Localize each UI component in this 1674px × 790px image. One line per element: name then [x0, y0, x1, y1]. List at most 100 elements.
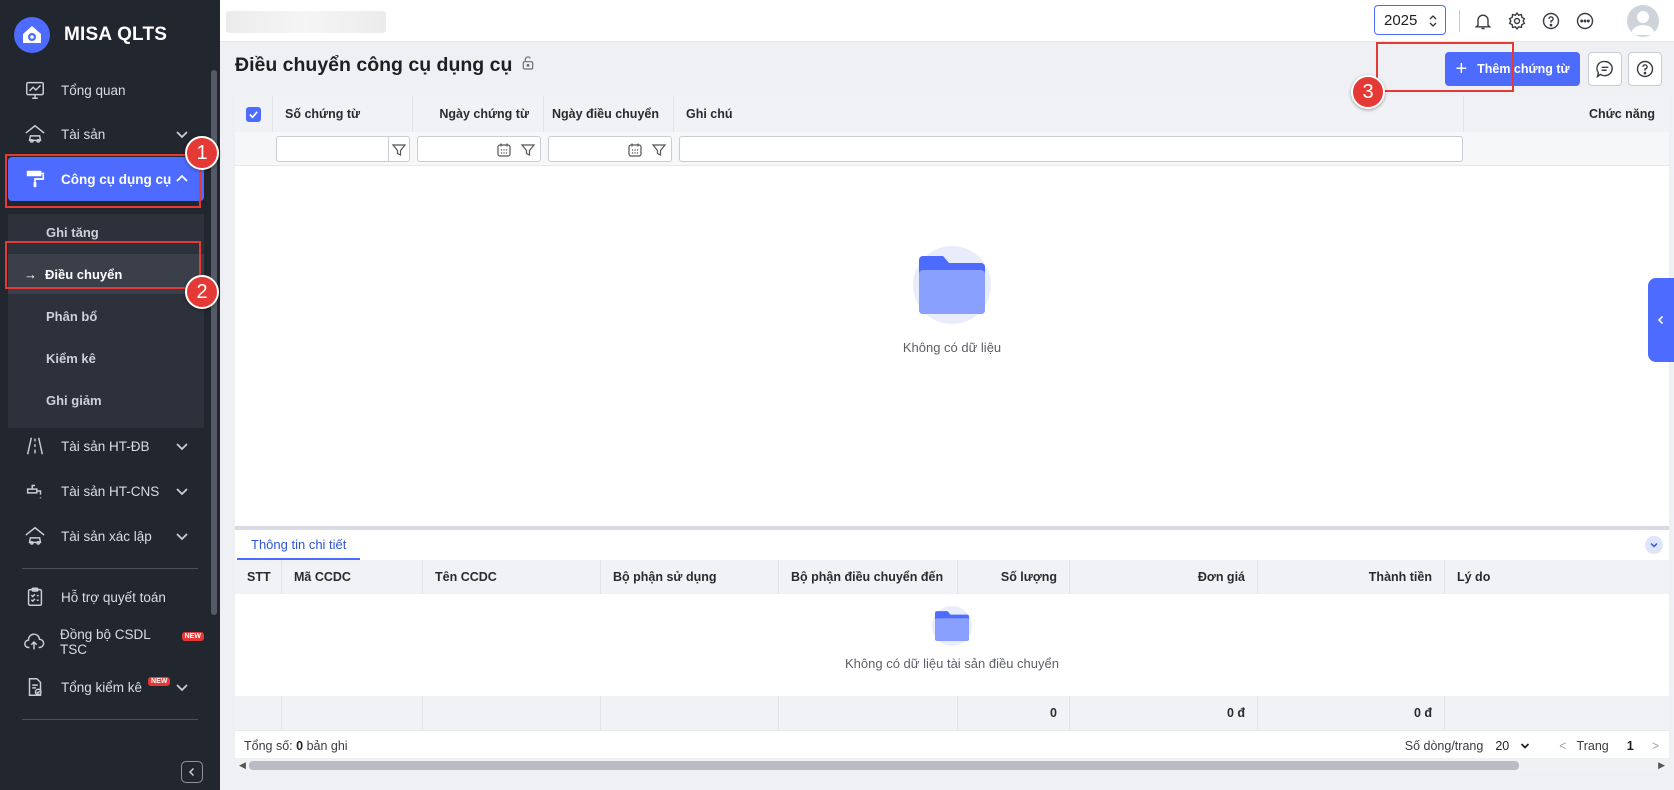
calendar-icon[interactable]	[496, 142, 512, 158]
submenu-item-inventory[interactable]: Kiểm kê	[8, 338, 204, 378]
highlight-box-transfer	[5, 241, 201, 289]
more-options-icon[interactable]	[1573, 9, 1597, 33]
comment-button[interactable]	[1588, 52, 1622, 86]
new-badge: NEW	[148, 676, 171, 686]
filter-transfer-date-input[interactable]	[548, 136, 672, 162]
column-header-reason[interactable]: Lý do	[1445, 560, 1669, 594]
sidebar-collapse-button[interactable]	[181, 761, 203, 783]
sidebar-item-label: Tài sản HT-ĐB	[61, 438, 150, 454]
user-avatar[interactable]	[1627, 5, 1659, 37]
collapse-detail-button[interactable]	[1645, 536, 1663, 554]
sidebar-item-assets[interactable]: Tài sản	[8, 112, 204, 156]
next-page-button[interactable]: >	[1652, 739, 1659, 753]
submenu-item-label: Ghi giảm	[46, 392, 102, 408]
sidebar-item-water-assets[interactable]: Tài sản HT-CNS	[8, 469, 204, 513]
annotation-marker-3: 3	[1351, 75, 1385, 109]
sidebar-item-label: Tài sản HT-CNS	[61, 483, 160, 499]
water-tap-icon	[23, 479, 47, 503]
chevron-down-icon	[1521, 743, 1530, 749]
unlock-icon[interactable]	[520, 54, 536, 77]
sidebar-item-settlement-support[interactable]: Hỗ trợ quyết toán	[8, 575, 204, 619]
column-header-tool-code[interactable]: Mã CCDC	[282, 560, 423, 594]
filter-document-date-input[interactable]	[417, 136, 541, 162]
sidebar-divider	[22, 719, 198, 720]
chevron-down-icon	[176, 684, 188, 692]
column-header-quantity[interactable]: Số lượng	[958, 560, 1070, 594]
side-panel-toggle[interactable]	[1648, 278, 1674, 362]
sidebar-item-general-inventory[interactable]: Tổng kiểm kê NEW	[8, 665, 204, 709]
app-logo[interactable]: MISA QLTS	[0, 14, 220, 56]
help-button[interactable]	[1628, 52, 1662, 86]
column-header-stt[interactable]: STT	[235, 560, 282, 594]
new-badge: NEW	[181, 631, 204, 641]
column-header-destination-department[interactable]: Bộ phận điều chuyển đến	[779, 560, 958, 594]
sidebar-item-sync-database[interactable]: Đồng bộ CSDL TSC NEW	[8, 620, 204, 664]
clipboard-check-icon	[23, 585, 47, 609]
chevron-down-icon	[176, 443, 188, 451]
chevron-down-icon	[1650, 542, 1658, 548]
help-circle-icon	[1636, 60, 1654, 78]
column-header-transfer-date[interactable]: Ngày điều chuyển	[544, 96, 674, 132]
tab-detail-info[interactable]: Thông tin chi tiết	[237, 530, 361, 560]
column-header-unit-price[interactable]: Đơn giá	[1070, 560, 1258, 594]
sidebar-item-label: Tổng quan	[61, 82, 126, 98]
summary-amount: 0 đ	[1258, 696, 1445, 730]
gear-icon[interactable]	[1505, 9, 1529, 33]
spinner-arrows-icon[interactable]	[1429, 14, 1437, 28]
bell-icon[interactable]	[1471, 9, 1495, 33]
column-header-using-department[interactable]: Bộ phận sử dụng	[601, 560, 779, 594]
total-records: Tổng số: 0 bản ghi	[244, 739, 348, 753]
chevron-down-icon	[176, 131, 188, 139]
horizontal-scrollbar[interactable]: ◀ ▶	[235, 758, 1669, 772]
select-all-checkbox[interactable]	[246, 106, 261, 122]
summary-cell	[601, 696, 779, 730]
filter-note-input[interactable]	[679, 136, 1463, 162]
house-logo-icon	[14, 17, 50, 53]
rows-per-page-select[interactable]: 20	[1495, 739, 1531, 753]
submenu-item-decrease[interactable]: Ghi giảm	[8, 380, 204, 420]
help-circle-icon[interactable]	[1539, 9, 1563, 33]
sidebar-item-overview[interactable]: Tổng quan	[8, 68, 204, 112]
sidebar-item-road-assets[interactable]: Tài sản HT-ĐB	[8, 424, 204, 468]
calendar-icon[interactable]	[627, 142, 643, 158]
filter-icon[interactable]	[651, 142, 667, 158]
submenu-item-allocation[interactable]: Phân bổ	[8, 296, 204, 336]
submenu-item-label: Phân bổ	[46, 308, 98, 324]
total-prefix: Tổng số:	[244, 739, 293, 753]
filter-icon[interactable]	[520, 142, 536, 158]
column-header-actions: Chức năng	[1589, 107, 1655, 121]
pagination-controls: Số dòng/trang 20 < Trang 1 >	[1405, 739, 1659, 753]
main-content: Điều chuyển công cụ dụng cụ + Thêm chứng…	[220, 42, 1674, 790]
scrollbar-thumb[interactable]	[249, 761, 1519, 770]
column-header-document-date[interactable]: Ngày chứng từ	[413, 96, 544, 132]
car-house-icon	[23, 524, 47, 548]
year-selector[interactable]: 2025	[1374, 5, 1446, 35]
chevron-left-icon	[1657, 315, 1664, 325]
summary-quantity: 0	[958, 696, 1070, 730]
scroll-left-arrow-icon[interactable]: ◀	[239, 760, 246, 771]
chevron-down-icon	[176, 533, 188, 541]
column-header-document-number[interactable]: Số chứng từ	[273, 96, 413, 132]
document-check-icon	[23, 675, 47, 699]
sidebar-item-established-assets[interactable]: Tài sản xác lập	[8, 514, 204, 558]
chat-bubble-icon	[1596, 60, 1613, 79]
rows-per-page-label: Số dòng/trang	[1404, 739, 1484, 753]
prev-page-button[interactable]: <	[1559, 739, 1566, 753]
filter-row	[235, 132, 1669, 166]
sidebar: MISA QLTS Tổng quan Tài sản Công cụ dụng…	[0, 0, 220, 790]
filter-icon[interactable]	[391, 142, 407, 158]
rows-per-page-value: 20	[1495, 739, 1510, 753]
select-all-cell[interactable]	[235, 96, 273, 132]
document-grid: Số chứng từ Ngày chứng từ Ngày điều chuy…	[235, 96, 1669, 526]
column-header-tool-name[interactable]: Tên CCDC	[423, 560, 601, 594]
chevron-left-icon	[188, 767, 195, 777]
empty-folder-illustration	[932, 606, 972, 646]
filter-document-number-input[interactable]	[276, 136, 410, 162]
detail-empty-text: Không có dữ liệu tài sản điều chuyển	[845, 656, 1059, 671]
column-header-note[interactable]: Ghi chú	[674, 96, 1464, 132]
current-page[interactable]: 1	[1627, 739, 1634, 753]
column-header-amount[interactable]: Thành tiền	[1258, 560, 1445, 594]
detail-panel: Thông tin chi tiết STT Mã CCDC Tên CCDC …	[235, 530, 1669, 748]
summary-cell	[779, 696, 958, 730]
scroll-right-arrow-icon[interactable]: ▶	[1658, 760, 1665, 771]
